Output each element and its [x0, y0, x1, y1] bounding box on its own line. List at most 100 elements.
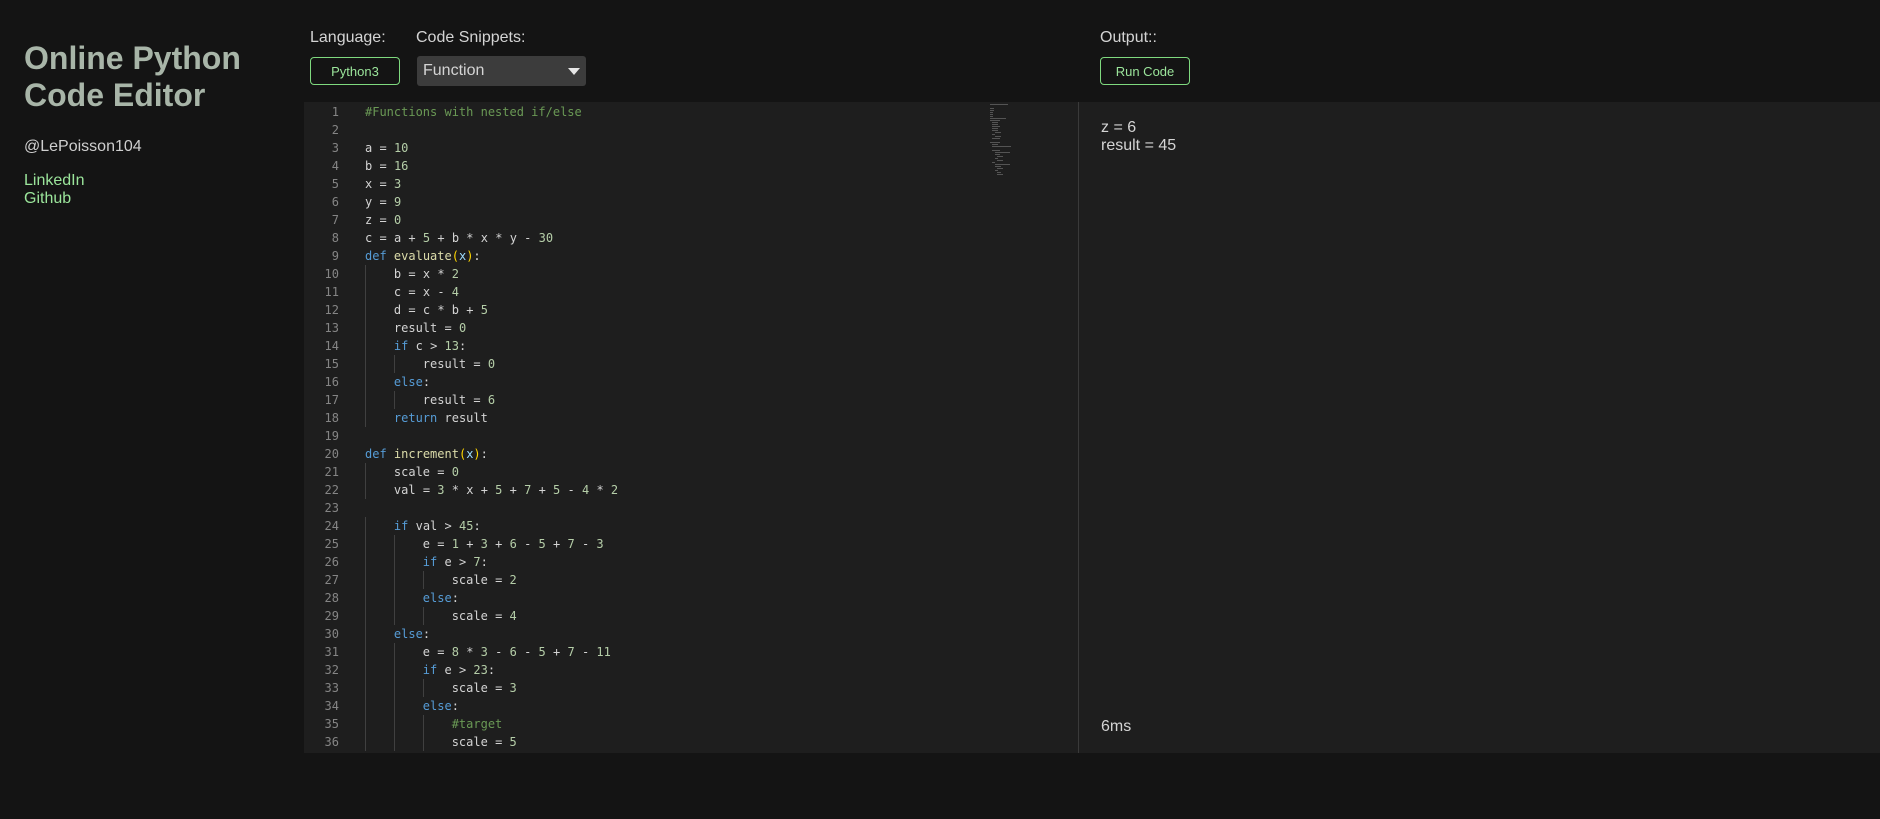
minimap-line — [990, 112, 993, 113]
code-line[interactable]: e = 1 + 3 + 6 - 5 + 7 - 3 — [365, 535, 604, 553]
minimap-line — [992, 138, 1001, 139]
indent-guide — [422, 733, 424, 751]
indent-guide — [393, 715, 395, 733]
indent-guide — [365, 661, 366, 679]
line-number: 20 — [324, 447, 339, 461]
minimap-line — [994, 158, 998, 159]
run-code-button[interactable]: Run Code — [1100, 57, 1190, 85]
line-number: 6 — [331, 195, 339, 209]
indent-guide — [365, 301, 366, 319]
line-number: 24 — [324, 519, 339, 533]
minimap-line — [997, 156, 1003, 157]
code-line[interactable]: def increment(x): — [365, 445, 488, 463]
output-label: Output:: — [1100, 29, 1157, 46]
line-number: 15 — [324, 357, 339, 371]
line-number: 12 — [324, 303, 339, 317]
code-line[interactable]: b = x * 2 — [365, 265, 459, 283]
code-line[interactable]: result = 6 — [365, 391, 495, 409]
line-number: 27 — [324, 573, 339, 587]
sidebar: Online Python Code Editor @LePoisson104 … — [24, 40, 284, 208]
line-number: 4 — [331, 159, 339, 173]
indent-guide — [422, 607, 424, 625]
code-line[interactable]: c = x - 4 — [365, 283, 459, 301]
minimap-line — [997, 168, 1003, 169]
indent-guide — [365, 733, 366, 751]
code-line[interactable]: d = c * b + 5 — [365, 301, 488, 319]
minimap-line — [997, 160, 1003, 161]
indent-guide — [365, 697, 366, 715]
indent-guide — [393, 589, 395, 607]
indent-guide — [365, 715, 366, 733]
minimap-line — [992, 162, 996, 163]
code-line[interactable]: else: — [365, 697, 459, 715]
code-line[interactable]: z = 0 — [365, 211, 401, 229]
line-number: 17 — [324, 393, 339, 407]
code-line[interactable]: if c > 13: — [365, 337, 466, 355]
minimap-line — [990, 104, 1008, 105]
code-line[interactable]: a = 10 — [365, 139, 408, 157]
code-line[interactable]: y = 9 — [365, 193, 401, 211]
minimap-line — [992, 130, 999, 131]
code-line[interactable]: b = 16 — [365, 157, 408, 175]
snippets-label: Code Snippets: — [416, 29, 526, 46]
indent-guide — [365, 607, 366, 625]
code-line[interactable]: val = 3 * x + 5 + 7 + 5 - 4 * 2 — [365, 481, 618, 499]
line-number: 2 — [331, 123, 339, 137]
line-number: 10 — [324, 267, 339, 281]
language-button[interactable]: Python3 — [310, 57, 400, 85]
line-number: 9 — [331, 249, 339, 263]
indent-guide — [422, 715, 424, 733]
indent-guide — [393, 679, 395, 697]
code-editor[interactable]: 1 2 3 4 5 6 7 8 9 10 11 12 13 14 15 16 17 18 19 20 21 22 23 24 2… — [304, 102, 1078, 753]
minimap-line — [994, 166, 1001, 167]
code-line[interactable]: scale = 3 — [365, 679, 517, 697]
code-line[interactable]: if val > 45: — [365, 517, 481, 535]
execution-time: 6ms — [1101, 718, 1132, 735]
minimap-line — [990, 118, 1006, 119]
minimap-line — [992, 144, 998, 145]
indent-guide — [365, 463, 366, 481]
linkedin-link[interactable]: LinkedIn — [24, 172, 284, 190]
snippet-select[interactable]: Function — [417, 56, 586, 86]
code-line[interactable]: result = 0 — [365, 355, 495, 373]
code-line[interactable]: #target — [365, 715, 503, 733]
minimap-line — [994, 154, 1001, 155]
indent-guide — [422, 571, 424, 589]
code-line[interactable]: scale = 0 — [365, 463, 459, 481]
code-line[interactable]: if e > 7: — [365, 553, 488, 571]
output-line: result = 45 — [1101, 137, 1177, 154]
indent-guide — [365, 283, 366, 301]
code-line[interactable]: else: — [365, 373, 430, 391]
minimap-line — [994, 136, 1001, 137]
indent-guide — [393, 535, 395, 553]
minimap-line — [990, 116, 993, 117]
code-line[interactable]: return result — [365, 409, 488, 427]
minimap-line — [990, 142, 1001, 143]
line-number: 16 — [324, 375, 339, 389]
minimap-line — [994, 170, 998, 171]
minimap[interactable] — [990, 102, 1030, 202]
code-line[interactable]: if e > 23: — [365, 661, 495, 679]
indent-guide — [365, 517, 366, 535]
code-line[interactable]: scale = 4 — [365, 607, 517, 625]
github-link[interactable]: Github — [24, 190, 284, 208]
code-line[interactable]: result = 0 — [365, 319, 466, 337]
code-line[interactable]: #Functions with nested if/else — [365, 103, 582, 121]
minimap-line — [992, 122, 998, 123]
indent-guide — [365, 679, 366, 697]
code-line[interactable]: else: — [365, 625, 430, 643]
indent-guide — [365, 625, 366, 643]
line-number: 33 — [324, 681, 339, 695]
minimap-line — [992, 128, 999, 129]
code-line[interactable]: e = 8 * 3 - 6 - 5 + 7 - 11 — [365, 643, 611, 661]
snippet-selected-value: Function — [423, 62, 485, 79]
code-line[interactable]: c = a + 5 + b * x * y - 30 — [365, 229, 553, 247]
line-number: 34 — [324, 699, 339, 713]
code-line[interactable]: else: — [365, 589, 459, 607]
code-line[interactable]: x = 3 — [365, 175, 401, 193]
code-line[interactable]: def evaluate(x): — [365, 247, 481, 265]
line-number-gutter: 1 2 3 4 5 6 7 8 9 10 11 12 13 14 15 16 17 18 19 20 21 22 23 24 2… — [304, 102, 348, 753]
code-line[interactable]: scale = 5 — [365, 733, 517, 751]
code-line[interactable]: scale = 2 — [365, 571, 517, 589]
line-number: 1 — [331, 105, 339, 119]
